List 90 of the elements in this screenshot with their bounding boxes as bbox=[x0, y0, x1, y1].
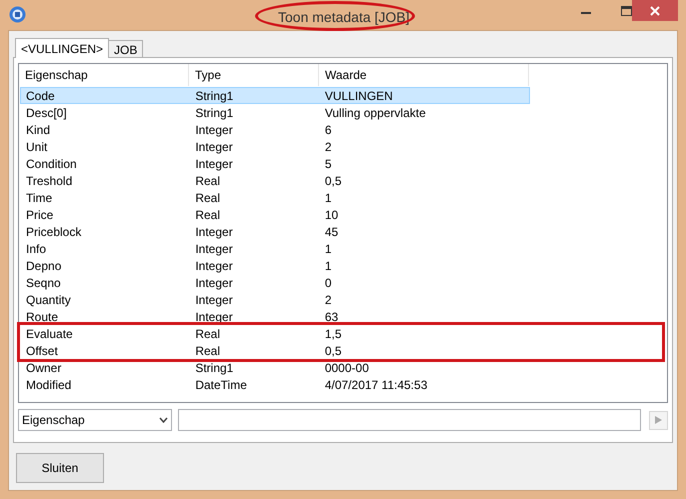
table-cell-text: 0 bbox=[324, 274, 333, 292]
go-button[interactable] bbox=[649, 410, 668, 430]
table-cell-text: Owner bbox=[25, 360, 62, 376]
table-row[interactable]: Kind Integer 6 bbox=[20, 121, 530, 138]
table-cell-text: 1 bbox=[324, 258, 333, 274]
table-cell-text: 5 bbox=[324, 156, 333, 172]
table-row[interactable]: Condition Integer 5 bbox=[20, 155, 530, 172]
table-cell-text: Integer bbox=[194, 292, 234, 308]
table-cell-text: Depno bbox=[25, 258, 62, 274]
table-row[interactable]: Desc[0] String1 Vulling oppervlakte bbox=[20, 104, 530, 121]
table-row[interactable]: Modified DateTime 4/07/2017 11:45:53 bbox=[20, 376, 530, 393]
close-dialog-button[interactable]: Sluiten bbox=[16, 453, 104, 483]
table-cell-text: Integer bbox=[194, 274, 234, 292]
table-cell-text: Info bbox=[25, 240, 48, 258]
table-cell-text: 6 bbox=[324, 122, 333, 138]
search-field[interactable] bbox=[178, 409, 641, 431]
table-row[interactable]: Priceblock Integer 45 bbox=[20, 223, 530, 240]
table-cell-text: Integer bbox=[194, 156, 234, 172]
table-cell-text: 4/07/2017 11:45:53 bbox=[324, 376, 428, 394]
tab[interactable]: JOB bbox=[109, 40, 144, 57]
table-cell-text: Real bbox=[194, 342, 222, 360]
table-cell-text: Integer bbox=[194, 258, 234, 274]
table-row[interactable]: Owner String1 0000-00 bbox=[20, 359, 530, 376]
table-cell-text: Desc[0] bbox=[25, 104, 68, 122]
table-cell-text: DateTime bbox=[194, 376, 248, 394]
column-header[interactable]: Eigenschap bbox=[19, 64, 189, 86]
table-cell-text: Integer bbox=[194, 224, 234, 240]
table-row[interactable]: Offset Real 0,5 bbox=[20, 342, 530, 359]
table-cell-text: 63 bbox=[324, 308, 340, 326]
table-cell-text: Quantity bbox=[25, 292, 72, 308]
table-cell-text: Integer bbox=[194, 240, 234, 258]
table-cell-text: 0,5 bbox=[324, 172, 343, 190]
table-cell-text: 1 bbox=[324, 240, 333, 258]
tab[interactable]: <VULLINGEN> bbox=[15, 38, 110, 58]
table-cell-text: Route bbox=[25, 308, 60, 326]
table-cell-text: 0000-00 bbox=[324, 360, 370, 376]
table-row[interactable]: Depno Integer 1 bbox=[20, 257, 530, 274]
table-cell-text: Treshold bbox=[25, 172, 74, 190]
table-cell-text: Price bbox=[25, 206, 54, 224]
table-cell-text: Real bbox=[194, 206, 222, 224]
table-cell-text: Kind bbox=[25, 122, 52, 138]
app-icon bbox=[9, 6, 26, 23]
table-cell-text: 0,5 bbox=[324, 342, 343, 360]
table-cell-text: Seqno bbox=[25, 274, 62, 292]
dropdown-value: Eigenschap bbox=[22, 412, 85, 429]
table-row[interactable]: Code String1 VULLINGEN bbox=[20, 87, 530, 104]
table-cell-text: Unit bbox=[25, 138, 48, 156]
maximize-icon[interactable] bbox=[621, 6, 632, 16]
minimize-icon[interactable] bbox=[581, 12, 591, 15]
table-cell-text: Evaluate bbox=[25, 326, 74, 342]
table-cell-text: Real bbox=[194, 190, 222, 206]
table-cell-text: 10 bbox=[324, 206, 340, 224]
table-row[interactable]: Treshold Real 0,5 bbox=[20, 172, 530, 189]
column-header[interactable]: Waarde bbox=[319, 64, 529, 86]
chevron-down-icon bbox=[159, 417, 168, 423]
table-cell-text: Integer bbox=[194, 138, 234, 156]
table-cell-text: Integer bbox=[194, 308, 234, 326]
table-cell-text: Priceblock bbox=[25, 224, 82, 240]
table-cell-text: Offset bbox=[25, 342, 59, 360]
table-cell-text: 2 bbox=[324, 138, 333, 156]
table-cell-text: Time bbox=[25, 190, 54, 206]
play-icon bbox=[655, 416, 662, 424]
table-cell-text: Integer bbox=[194, 122, 234, 138]
property-dropdown[interactable]: Eigenschap bbox=[18, 409, 172, 431]
table-cell-text: VULLINGEN bbox=[324, 88, 394, 104]
table-cell-text: String1 bbox=[194, 104, 234, 122]
table-row[interactable]: Seqno Integer 0 bbox=[20, 274, 530, 291]
close-icon bbox=[650, 6, 660, 16]
table-cell-text: Real bbox=[194, 326, 222, 342]
table-cell-text: Code bbox=[25, 88, 56, 104]
table-row[interactable]: Route Integer 63 bbox=[20, 308, 530, 325]
table-cell-text: 45 bbox=[324, 224, 340, 240]
table-cell-text: Vulling oppervlakte bbox=[324, 104, 427, 122]
table-cell-text: 1 bbox=[324, 190, 333, 206]
table-row[interactable]: Price Real 10 bbox=[20, 206, 530, 223]
window-title: Toon metadata [JOB] bbox=[278, 8, 410, 27]
table-cell-text: Condition bbox=[25, 156, 78, 172]
table-cell-text: Real bbox=[194, 172, 222, 190]
table-cell-text: String1 bbox=[194, 360, 234, 376]
table-cell-text: 2 bbox=[324, 292, 333, 308]
table-row[interactable]: Unit Integer 2 bbox=[20, 138, 530, 155]
table-cell-text: 1,5 bbox=[324, 326, 343, 342]
table-row[interactable]: Quantity Integer 2 bbox=[20, 291, 530, 308]
table-cell-text: String1 bbox=[194, 88, 234, 104]
table-row[interactable]: Time Real 1 bbox=[20, 189, 530, 206]
close-button[interactable] bbox=[632, 0, 678, 21]
table-row[interactable]: Evaluate Real 1,5 bbox=[20, 325, 530, 342]
column-header[interactable]: Type bbox=[189, 64, 319, 86]
table-row[interactable]: Info Integer 1 bbox=[20, 240, 530, 257]
table-cell-text: Modified bbox=[25, 376, 72, 394]
